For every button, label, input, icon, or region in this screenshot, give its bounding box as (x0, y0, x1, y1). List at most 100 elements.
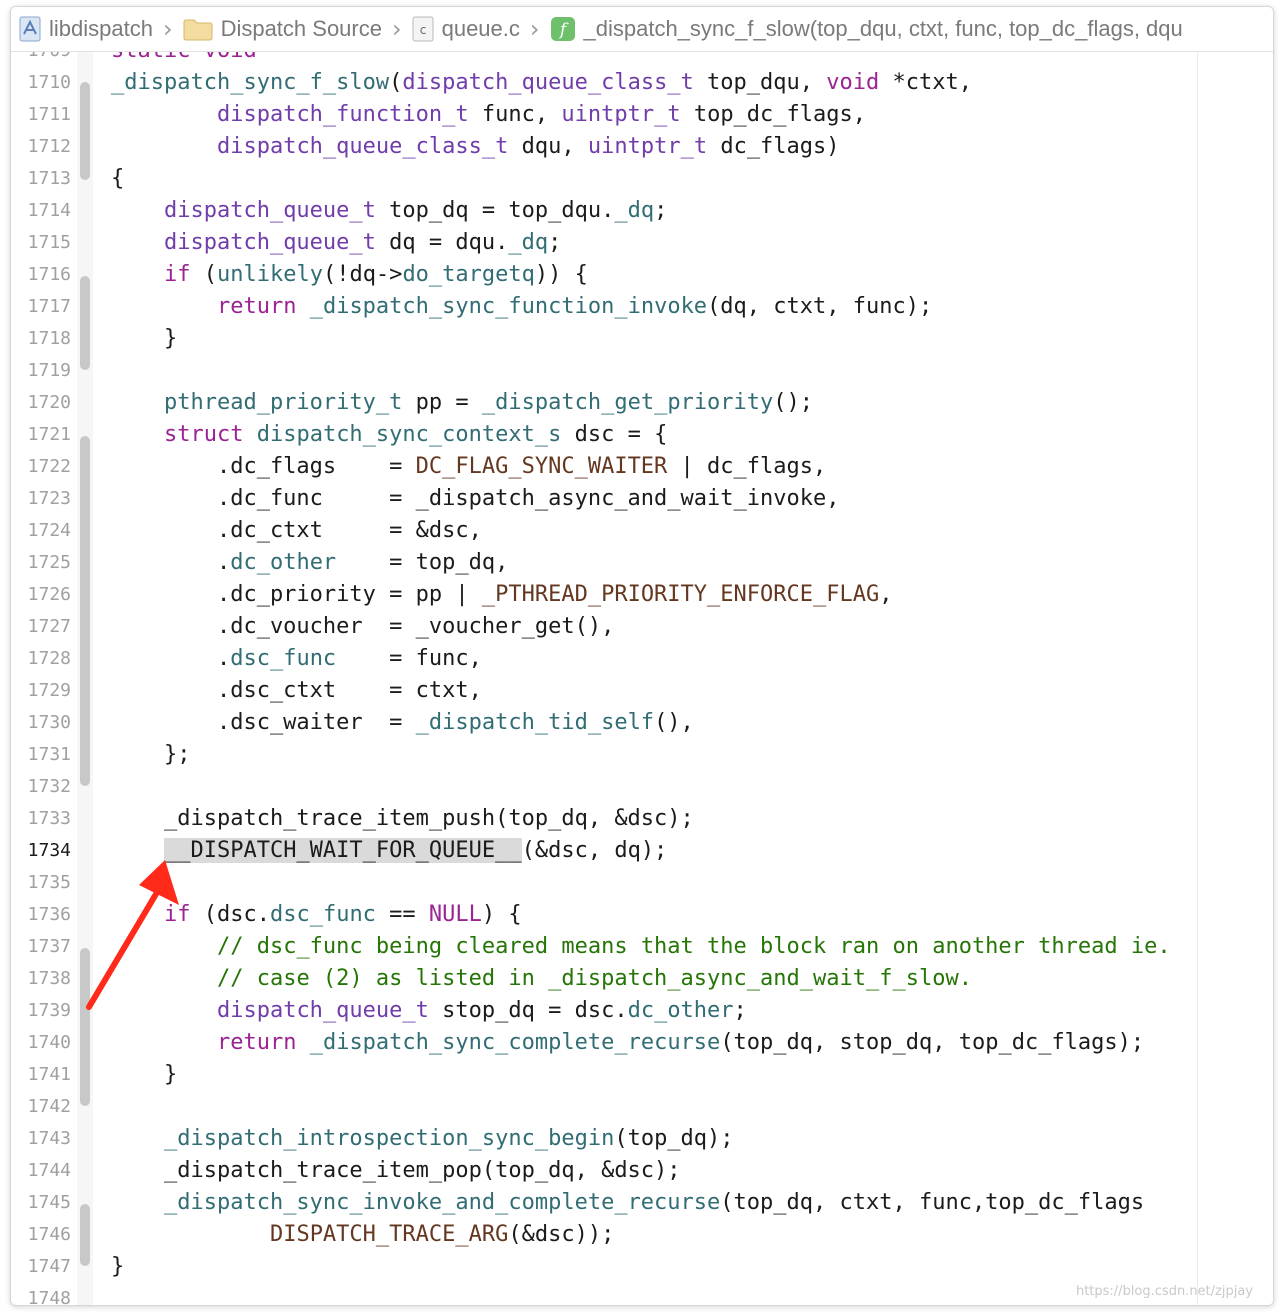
line-number[interactable]: 1747 (11, 1251, 71, 1283)
code-line[interactable]: _dispatch_trace_item_pop(top_dq, &dsc); (111, 1155, 681, 1187)
code-line[interactable]: pthread_priority_t pp = _dispatch_get_pr… (111, 387, 813, 419)
code-area[interactable]: static void_dispatch_sync_f_slow(dispatc… (111, 52, 1197, 1305)
line-number[interactable]: 1710 (11, 67, 71, 99)
line-number[interactable]: 1719 (11, 355, 71, 387)
code-line[interactable]: _dispatch_sync_invoke_and_complete_recur… (111, 1187, 1144, 1219)
code-line[interactable]: .dsc_waiter = _dispatch_tid_self(), (111, 707, 694, 739)
line-number[interactable]: 1720 (11, 387, 71, 419)
code-line[interactable]: dispatch_queue_t dq = dqu._dq; (111, 227, 561, 259)
line-number[interactable]: 1721 (11, 419, 71, 451)
line-number[interactable]: 1714 (11, 195, 71, 227)
code-line[interactable]: dispatch_queue_t top_dq = top_dqu._dq; (111, 195, 667, 227)
line-number[interactable]: 1745 (11, 1187, 71, 1219)
line-number[interactable]: 1731 (11, 739, 71, 771)
breadcrumb-item-file[interactable]: c queue.c (412, 16, 520, 42)
line-number[interactable]: 1742 (11, 1091, 71, 1123)
line-number[interactable]: 1727 (11, 611, 71, 643)
code-line[interactable]: dispatch_queue_class_t dqu, uintptr_t dc… (111, 131, 840, 163)
code-line[interactable]: .dc_voucher = _voucher_get(), (111, 611, 614, 643)
code-folding-ribbon[interactable] (77, 52, 93, 1305)
fold-marker[interactable] (80, 82, 90, 180)
line-number[interactable]: 1736 (11, 899, 71, 931)
line-number[interactable]: 1733 (11, 803, 71, 835)
code-line[interactable]: return _dispatch_sync_function_invoke(dq… (111, 291, 932, 323)
code-line[interactable]: dispatch_queue_t stop_dq = dsc.dc_other; (111, 995, 747, 1027)
line-number-gutter: 1709171017111712171317141715171617171718… (11, 52, 77, 1305)
breadcrumb-item-project[interactable]: libdispatch (19, 16, 153, 42)
line-number[interactable]: 1725 (11, 547, 71, 579)
code-line[interactable]: static void (111, 52, 257, 67)
chevron-right-icon: › (529, 15, 540, 43)
code-line[interactable]: _dispatch_trace_item_push(top_dq, &dsc); (111, 803, 694, 835)
line-number[interactable]: 1737 (11, 931, 71, 963)
minimap[interactable] (1197, 52, 1273, 1305)
line-number[interactable]: 1717 (11, 291, 71, 323)
code-line[interactable]: .dc_func = _dispatch_async_and_wait_invo… (111, 483, 840, 515)
breadcrumb: libdispatch › Dispatch Source › c queue.… (11, 7, 1273, 52)
fold-marker[interactable] (80, 948, 90, 1106)
code-line[interactable]: if (unlikely(!dq->do_targetq)) { (111, 259, 588, 291)
breadcrumb-label: libdispatch (49, 16, 153, 41)
code-line[interactable]: }; (111, 739, 191, 771)
c-file-icon: c (412, 16, 434, 42)
code-line[interactable]: .dsc_func = func, (111, 643, 482, 675)
breadcrumb-label: Dispatch Source (220, 16, 382, 41)
code-line[interactable]: } (111, 323, 177, 355)
project-icon (19, 16, 41, 42)
code-line[interactable]: } (111, 1251, 124, 1283)
line-number[interactable]: 1723 (11, 483, 71, 515)
code-line[interactable]: return _dispatch_sync_complete_recurse(t… (111, 1027, 1144, 1059)
line-number[interactable]: 1744 (11, 1155, 71, 1187)
code-line[interactable]: struct dispatch_sync_context_s dsc = { (111, 419, 667, 451)
line-number[interactable]: 1711 (11, 99, 71, 131)
code-line[interactable]: // dsc_func being cleared means that the… (111, 931, 1171, 963)
line-number[interactable]: 1730 (11, 707, 71, 739)
code-line[interactable]: .dc_other = top_dq, (111, 547, 508, 579)
code-line[interactable]: .dc_ctxt = &dsc, (111, 515, 482, 547)
line-number[interactable]: 1743 (11, 1123, 71, 1155)
watermark: https://blog.csdn.net/zjpjay (1075, 1284, 1253, 1299)
breadcrumb-item-folder[interactable]: Dispatch Source (183, 16, 382, 42)
fold-marker[interactable] (80, 1204, 90, 1266)
line-number[interactable]: 1726 (11, 579, 71, 611)
line-number[interactable]: 1748 (11, 1283, 71, 1305)
line-number[interactable]: 1739 (11, 995, 71, 1027)
line-number[interactable]: 1713 (11, 163, 71, 195)
code-line[interactable]: _dispatch_sync_f_slow(dispatch_queue_cla… (111, 67, 972, 99)
line-number[interactable]: 1735 (11, 867, 71, 899)
fold-marker[interactable] (80, 276, 90, 370)
fold-marker[interactable] (80, 436, 90, 786)
highlighted-symbol[interactable]: __DISPATCH_WAIT_FOR_QUEUE__ (163, 838, 522, 863)
code-line[interactable]: .dsc_ctxt = ctxt, (111, 675, 482, 707)
chevron-right-icon: › (391, 15, 402, 43)
line-number[interactable]: 1724 (11, 515, 71, 547)
breadcrumb-item-function[interactable]: f _dispatch_sync_f_slow(top_dqu, ctxt, f… (550, 16, 1183, 42)
line-number[interactable]: 1729 (11, 675, 71, 707)
line-number[interactable]: 1740 (11, 1027, 71, 1059)
code-line[interactable]: dispatch_function_t func, uintptr_t top_… (111, 99, 866, 131)
code-line[interactable]: { (111, 163, 124, 195)
code-line[interactable]: .dc_priority = pp | _PTHREAD_PRIORITY_EN… (111, 579, 893, 611)
code-line[interactable]: if (dsc.dsc_func == NULL) { (111, 899, 522, 931)
line-number[interactable]: 1716 (11, 259, 71, 291)
line-number[interactable]: 1741 (11, 1059, 71, 1091)
line-number[interactable]: 1712 (11, 131, 71, 163)
line-number[interactable]: 1728 (11, 643, 71, 675)
code-line[interactable]: .dc_flags = DC_FLAG_SYNC_WAITER | dc_fla… (111, 451, 826, 483)
breadcrumb-label: queue.c (441, 16, 520, 41)
code-editor[interactable]: 1709171017111712171317141715171617171718… (11, 52, 1273, 1305)
line-number[interactable]: 1732 (11, 771, 71, 803)
line-number[interactable]: 1718 (11, 323, 71, 355)
function-icon: f (550, 16, 576, 42)
line-number[interactable]: 1734 (11, 835, 71, 867)
line-number[interactable]: 1715 (11, 227, 71, 259)
line-number[interactable]: 1738 (11, 963, 71, 995)
line-number[interactable]: 1722 (11, 451, 71, 483)
line-number[interactable]: 1709 (11, 52, 71, 67)
code-line[interactable]: } (111, 1059, 177, 1091)
code-line[interactable]: // case (2) as listed in _dispatch_async… (111, 963, 972, 995)
code-line[interactable]: _dispatch_introspection_sync_begin(top_d… (111, 1123, 734, 1155)
line-number[interactable]: 1746 (11, 1219, 71, 1251)
code-line[interactable]: DISPATCH_TRACE_ARG(&dsc)); (111, 1219, 614, 1251)
code-line[interactable]: __DISPATCH_WAIT_FOR_QUEUE__(&dsc, dq); (111, 835, 667, 867)
